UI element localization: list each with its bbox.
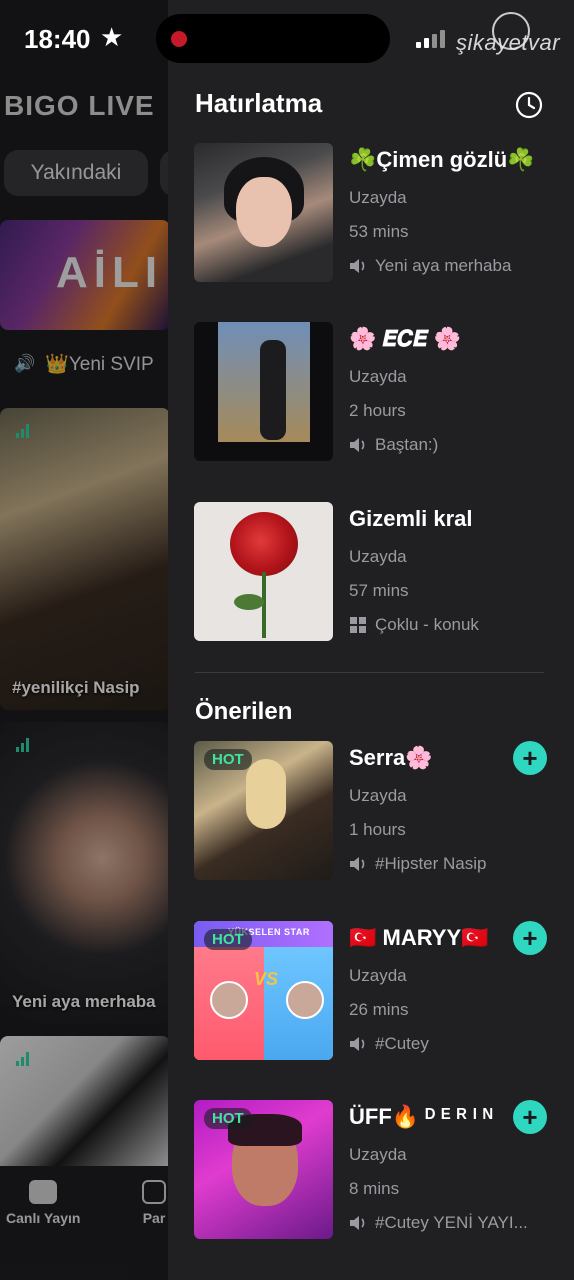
streamer-location: Uzayda: [349, 367, 407, 386]
speaker-icon: [350, 1216, 365, 1230]
suggested-item[interactable]: YÜKSELEN STAR VS HOT 🇹🇷 MARYY🇹🇷 + Uzayda…: [194, 921, 554, 1061]
stream-thumbnail[interactable]: YÜKSELEN STAR VS HOT: [194, 921, 333, 1060]
suggested-item[interactable]: HOT ÜFF🔥 ᴰ ᴱ ᴿ ᴵ ᴺ + Uzayda 8 mins #Cute…: [194, 1100, 554, 1240]
stream-tag: Çoklu - konuk: [349, 615, 479, 635]
follow-button[interactable]: +: [513, 1100, 547, 1134]
follow-button[interactable]: +: [513, 921, 547, 955]
stream-duration: 8 mins: [349, 1179, 400, 1198]
history-button[interactable]: [515, 91, 543, 119]
streamer-name: 🇹🇷 MARYY🇹🇷: [349, 925, 489, 950]
hot-badge: HOT: [204, 749, 252, 770]
section-divider: [195, 672, 544, 673]
streamer-name: Gizemli kral: [349, 506, 473, 531]
stream-duration: 2 hours: [349, 401, 406, 420]
reminder-drawer: Hatırlatma ☘️Çimen gözlü☘️ Uzayda 53 min…: [168, 0, 574, 1280]
stream-thumbnail[interactable]: [194, 322, 333, 461]
stream-tag-text: #Cutey YENİ YAYI...: [375, 1213, 528, 1232]
recording-indicator-icon: [171, 31, 187, 47]
streamer-name: ÜFF🔥 ᴰ ᴱ ᴿ ᴵ ᴺ: [349, 1104, 493, 1129]
stream-thumbnail[interactable]: [194, 502, 333, 641]
stream-thumbnail[interactable]: HOT: [194, 1100, 333, 1239]
clock-icon: [515, 91, 543, 119]
stream-duration: 26 mins: [349, 1000, 409, 1019]
stream-tag: Baştan:): [349, 435, 438, 455]
streamer-name: ☘️Çimen gözlü☘️: [349, 147, 535, 172]
streamer-location: Uzayda: [349, 786, 407, 805]
stream-tag-text: Çoklu - konuk: [375, 615, 479, 634]
stream-tag: #Cutey: [349, 1034, 429, 1054]
stream-tag-text: #Cutey: [375, 1034, 429, 1053]
streamer-name: Serra🌸: [349, 745, 433, 770]
streamer-location: Uzayda: [349, 188, 407, 207]
suggested-item[interactable]: HOT Serra🌸 + Uzayda 1 hours #Hipster Nas…: [194, 741, 554, 881]
cellular-signal-icon: [416, 30, 448, 48]
reminder-item[interactable]: Gizemli kral Uzayda 57 mins Çoklu - konu…: [194, 502, 554, 642]
drawer-title: Hatırlatma: [195, 88, 323, 118]
stream-tag: #Cutey YENİ YAYI...: [349, 1213, 528, 1233]
streamer-location: Uzayda: [349, 966, 407, 985]
speaker-icon: [350, 1037, 365, 1051]
speaker-icon: [350, 857, 365, 871]
speaker-icon: [350, 438, 365, 452]
dynamic-island: [156, 14, 390, 63]
stream-duration: 53 mins: [349, 222, 409, 241]
follow-button[interactable]: +: [513, 741, 547, 775]
stream-thumbnail[interactable]: HOT: [194, 741, 333, 880]
status-bar: 18:40 ★ şikayetvar: [0, 0, 574, 76]
speaker-icon: [350, 259, 365, 273]
hot-badge: HOT: [204, 1108, 252, 1129]
hot-badge: HOT: [204, 929, 252, 950]
suggested-section-title: Önerilen: [195, 698, 293, 725]
stream-thumbnail[interactable]: [194, 143, 333, 282]
reminder-item[interactable]: ☘️Çimen gözlü☘️ Uzayda 53 mins Yeni aya …: [194, 143, 554, 283]
status-time: 18:40: [24, 24, 91, 54]
watermark-text: şikayetvar: [456, 30, 561, 55]
reminder-item[interactable]: 🌸 𝑬𝑪𝑬 🌸 Uzayda 2 hours Baştan:): [194, 322, 554, 462]
stream-duration: 57 mins: [349, 581, 409, 600]
streamer-location: Uzayda: [349, 1145, 407, 1164]
stream-tag: Yeni aya merhaba: [349, 256, 511, 276]
star-icon: ★: [100, 22, 124, 52]
streamer-name: 🌸 𝑬𝑪𝑬 🌸: [349, 326, 462, 351]
stream-tag: #Hipster Nasip: [349, 854, 487, 874]
stream-duration: 1 hours: [349, 820, 406, 839]
streamer-location: Uzayda: [349, 547, 407, 566]
stream-tag-text: #Hipster Nasip: [375, 854, 487, 873]
versus-icon: VS: [254, 969, 279, 989]
grid-icon: [350, 617, 366, 633]
stream-tag-text: Yeni aya merhaba: [375, 256, 512, 275]
stream-tag-text: Baştan:): [375, 435, 439, 454]
